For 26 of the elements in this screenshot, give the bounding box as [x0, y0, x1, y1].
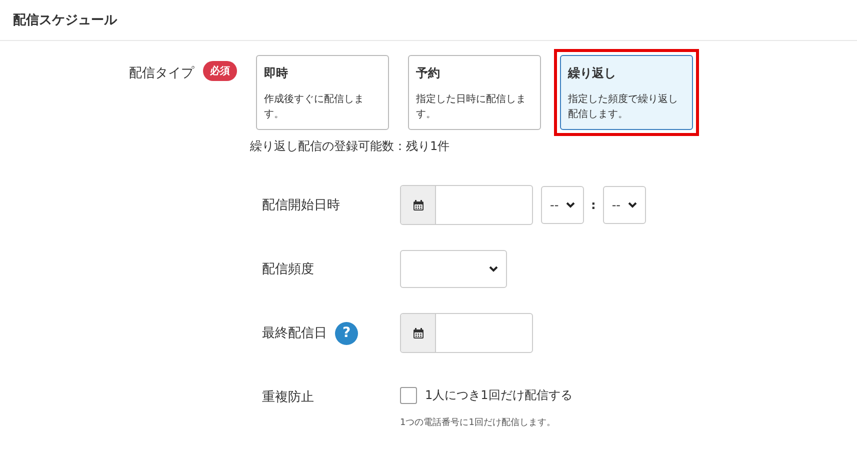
- date-input-field[interactable]: [400, 185, 533, 225]
- calendar-icon: [412, 200, 424, 210]
- frequency-select[interactable]: [400, 250, 507, 288]
- remaining-count-note: 繰り返し配信の登録可能数：残り1件: [250, 138, 451, 155]
- date-input-field[interactable]: [400, 313, 533, 353]
- hint-text: 1つの電話番号に1回だけ配信します。: [400, 416, 556, 429]
- chevron-down-icon: [628, 202, 637, 208]
- checkbox-label[interactable]: 1人につき1回だけ配信する: [425, 387, 572, 404]
- chevron-down-icon: [489, 266, 498, 272]
- required-badge: 必須: [203, 61, 237, 81]
- field-label: 重複防止: [262, 389, 314, 406]
- delivery-type-option[interactable]: 繰り返し 指定した頻度で繰り返し配信します。: [560, 55, 693, 130]
- section-title: 配信スケジュール: [13, 12, 117, 29]
- field-label: 配信タイプ: [129, 65, 194, 82]
- checkbox[interactable]: [400, 387, 417, 404]
- chevron-down-icon: [566, 202, 575, 208]
- delivery-type-option[interactable]: 予約 指定した日時に配信します。: [408, 55, 541, 130]
- hour-select[interactable]: --: [541, 186, 584, 224]
- calendar-icon: [412, 328, 424, 338]
- help-icon[interactable]: ?: [335, 322, 358, 344]
- field-label: 配信開始日時: [262, 197, 340, 214]
- minute-select[interactable]: --: [602, 186, 646, 224]
- field-label: 最終配信日: [262, 325, 327, 342]
- field-label: 配信頻度: [262, 261, 314, 278]
- delivery-type-option[interactable]: 即時 作成後すぐに配信します。: [256, 55, 389, 130]
- time-separator: :: [591, 198, 596, 212]
